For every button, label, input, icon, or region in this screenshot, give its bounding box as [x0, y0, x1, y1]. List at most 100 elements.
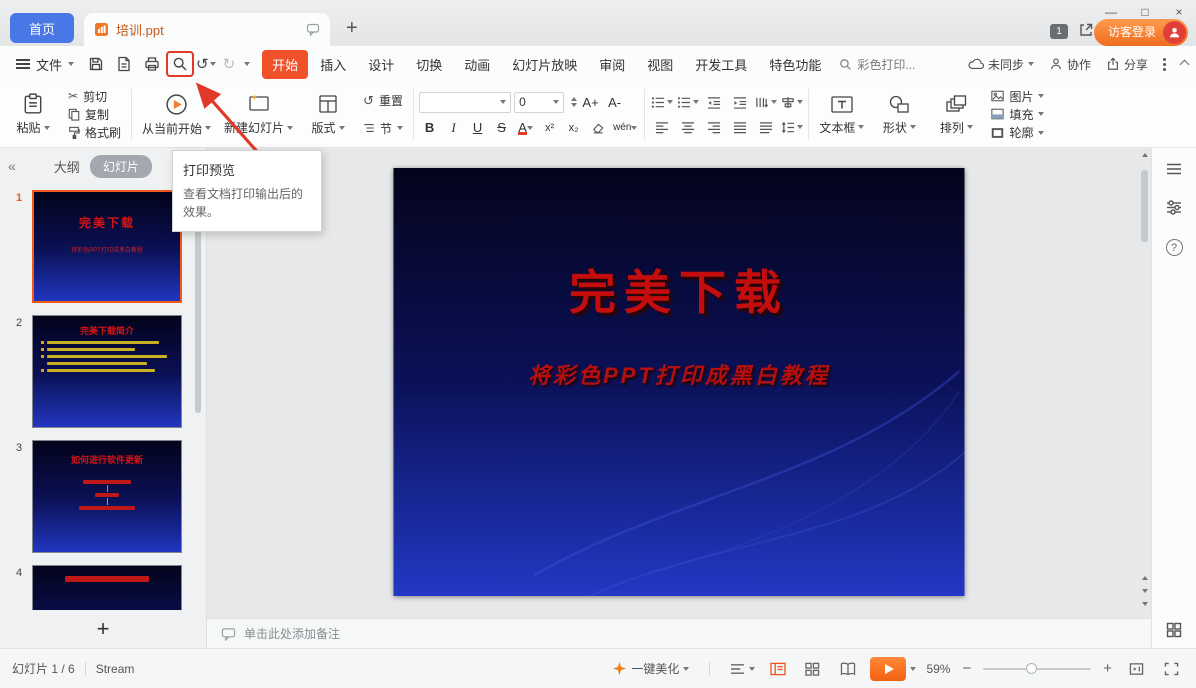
- zoom-level[interactable]: 59%: [926, 662, 950, 676]
- minimize-button[interactable]: —: [1094, 0, 1128, 24]
- slide-thumbnail-1[interactable]: 完美下载 将彩色PPT打印成黑白教程: [32, 190, 182, 303]
- slide-sorter-view-button[interactable]: [800, 658, 825, 680]
- current-slide[interactable]: 完美下载 将彩色PPT打印成黑白教程: [394, 168, 965, 596]
- stream-tab[interactable]: Stream: [96, 662, 135, 676]
- slide-title-text[interactable]: 完美下载: [394, 254, 965, 323]
- increase-indent-button[interactable]: [728, 92, 751, 112]
- one-click-beautify-button[interactable]: 一键美化: [612, 660, 689, 677]
- decrease-indent-button[interactable]: [702, 92, 725, 112]
- new-tab-button[interactable]: +: [346, 18, 358, 38]
- font-name-select[interactable]: [419, 92, 511, 113]
- collaborate-button[interactable]: 协作: [1049, 56, 1091, 73]
- arrange-button[interactable]: 排列: [929, 85, 983, 144]
- zoom-out-button[interactable]: −: [960, 660, 973, 677]
- align-left-button[interactable]: [650, 117, 673, 137]
- new-slide-button[interactable]: 新建幻灯片: [219, 85, 298, 144]
- tab-developer[interactable]: 开发工具: [685, 50, 757, 79]
- shapes-button[interactable]: 形状: [872, 85, 926, 144]
- sync-status-button[interactable]: 未同步: [968, 56, 1034, 73]
- notes-bar[interactable]: 单击此处添加备注: [207, 618, 1151, 648]
- undo-dropdown-icon[interactable]: [210, 62, 216, 66]
- toolbar-more-icon[interactable]: [244, 62, 250, 66]
- tab-slideshow[interactable]: 幻灯片放映: [502, 50, 587, 79]
- next-slide-icon[interactable]: [1142, 589, 1148, 593]
- fill-button[interactable]: 填充: [986, 105, 1049, 123]
- superscript-button[interactable]: x²: [539, 118, 560, 138]
- home-button[interactable]: 首页: [10, 13, 74, 43]
- close-button[interactable]: ×: [1162, 0, 1196, 24]
- properties-sliders-icon[interactable]: [1166, 200, 1182, 215]
- document-tab[interactable]: 培训.ppt: [84, 13, 330, 46]
- scrollbar-thumb[interactable]: [1141, 170, 1148, 242]
- cut-button[interactable]: ✂剪切: [63, 87, 126, 105]
- align-objects-button[interactable]: [780, 92, 803, 112]
- tab-design[interactable]: 设计: [358, 50, 404, 79]
- export-button[interactable]: [110, 51, 138, 77]
- object-pane-icon[interactable]: [1166, 162, 1182, 176]
- subscript-button[interactable]: x₂: [563, 118, 584, 138]
- zoom-in-button[interactable]: +: [1101, 660, 1114, 677]
- previous-slide-icon[interactable]: [1142, 576, 1148, 580]
- collapse-ribbon-icon[interactable]: [1180, 59, 1190, 69]
- slide-layout-button[interactable]: 版式: [301, 85, 355, 144]
- document-count-badge[interactable]: 1: [1050, 24, 1068, 39]
- add-slide-button[interactable]: +: [97, 618, 110, 640]
- file-menu-button[interactable]: 文件: [8, 51, 82, 78]
- section-button[interactable]: 节: [358, 119, 408, 138]
- print-preview-button[interactable]: [166, 51, 194, 77]
- tab-insert[interactable]: 插入: [310, 50, 356, 79]
- fit-slide-button[interactable]: [1124, 658, 1149, 680]
- outline-button[interactable]: 轮廓: [986, 124, 1049, 142]
- underline-button[interactable]: U: [467, 118, 488, 138]
- slideshow-play-button[interactable]: [870, 657, 906, 681]
- font-size-select[interactable]: 0: [514, 92, 564, 113]
- save-button[interactable]: [82, 51, 110, 77]
- tab-review[interactable]: 审阅: [589, 50, 635, 79]
- collapse-panel-button[interactable]: «: [8, 158, 16, 174]
- align-center-button[interactable]: [676, 117, 699, 137]
- print-button[interactable]: [138, 51, 166, 77]
- scroll-down-icon[interactable]: [1142, 602, 1148, 606]
- line-spacing-button[interactable]: [780, 117, 803, 137]
- format-painter-button[interactable]: 格式刷: [63, 124, 126, 142]
- decrease-font-button[interactable]: A-: [604, 92, 625, 112]
- chevron-down-icon[interactable]: [910, 667, 916, 671]
- slide-subtitle-text[interactable]: 将彩色PPT打印成黑白教程: [394, 358, 965, 390]
- justify-button[interactable]: [728, 117, 751, 137]
- slide-canvas[interactable]: 完美下载 将彩色PPT打印成黑白教程: [207, 148, 1151, 618]
- undo-icon[interactable]: ↺: [196, 55, 209, 73]
- share-button[interactable]: 分享: [1106, 56, 1148, 73]
- maximize-button[interactable]: □: [1128, 0, 1162, 24]
- numbered-list-button[interactable]: [676, 92, 699, 112]
- tab-transitions[interactable]: 切换: [406, 50, 452, 79]
- play-from-current-button[interactable]: 从当前开始: [137, 85, 216, 144]
- distribute-button[interactable]: [754, 117, 777, 137]
- align-right-button[interactable]: [702, 117, 725, 137]
- redo-icon[interactable]: ↻: [223, 55, 236, 73]
- ribbon-search[interactable]: 彩色打印...: [839, 56, 915, 73]
- picture-button[interactable]: 图片: [986, 87, 1049, 105]
- copy-button[interactable]: 复制: [63, 105, 126, 123]
- slides-tab[interactable]: 幻灯片: [90, 155, 152, 178]
- normal-view-button[interactable]: [765, 658, 790, 680]
- tab-home[interactable]: 开始: [262, 50, 308, 79]
- pinyin-guide-button[interactable]: wén: [611, 118, 639, 138]
- tab-animations[interactable]: 动画: [454, 50, 500, 79]
- increase-font-button[interactable]: A+: [580, 92, 601, 112]
- font-color-button[interactable]: A: [515, 118, 536, 138]
- more-menu-icon[interactable]: [1163, 63, 1166, 66]
- zoom-slider-knob[interactable]: [1026, 663, 1037, 674]
- scroll-up-icon[interactable]: [1138, 153, 1151, 157]
- clear-format-button[interactable]: [587, 118, 608, 138]
- reading-view-button[interactable]: [835, 658, 860, 680]
- help-icon[interactable]: ?: [1166, 239, 1183, 256]
- slide-thumbnail-4[interactable]: [32, 565, 182, 610]
- font-size-stepper[interactable]: [571, 97, 577, 107]
- text-box-button[interactable]: 文本框: [814, 85, 869, 144]
- vertical-scrollbar[interactable]: [1138, 148, 1151, 618]
- text-direction-button[interactable]: [754, 92, 777, 112]
- grid-view-icon[interactable]: [1166, 622, 1182, 638]
- bullet-list-button[interactable]: [650, 92, 673, 112]
- tab-view[interactable]: 视图: [637, 50, 683, 79]
- fullscreen-button[interactable]: [1159, 658, 1184, 680]
